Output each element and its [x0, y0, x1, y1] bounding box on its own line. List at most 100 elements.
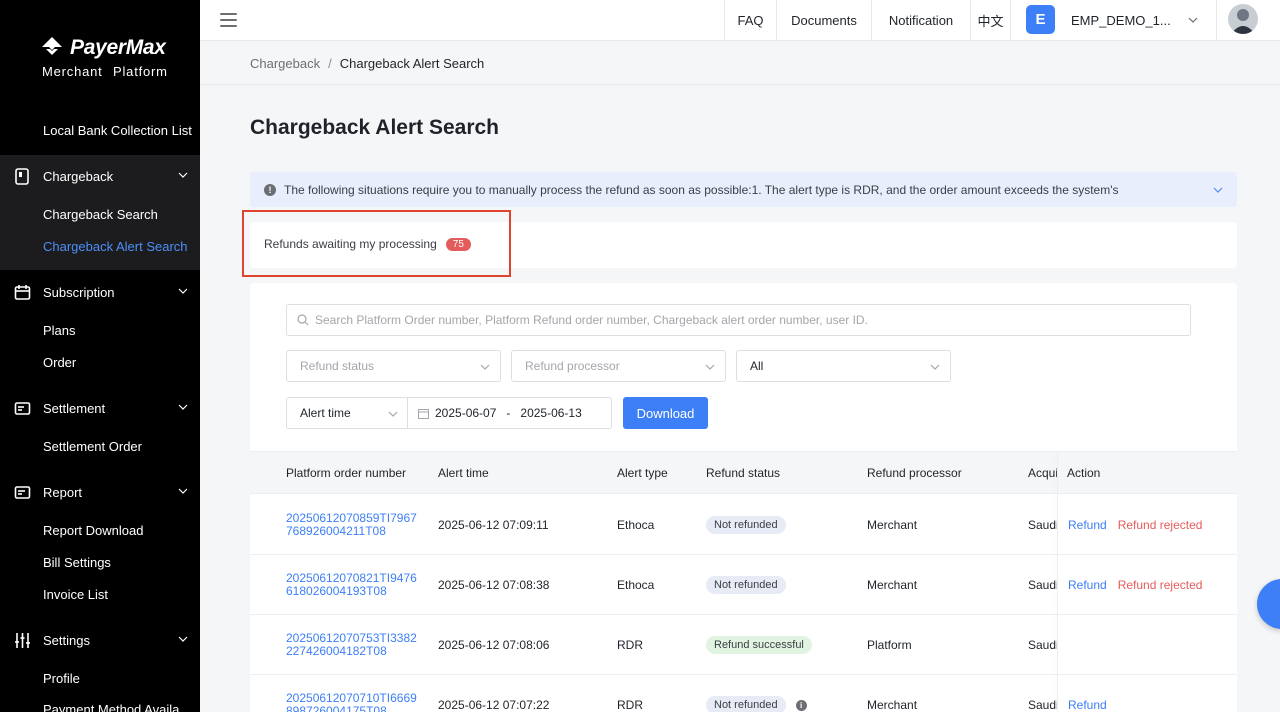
search-icon — [297, 314, 309, 326]
order-number-link[interactable]: 20250612070859TI796776892600421​1T08 — [286, 512, 420, 538]
refund-action-link[interactable]: Refund — [1068, 518, 1107, 532]
column-header-acquirer: Acqui — [1028, 466, 1059, 480]
page-title: Chargeback Alert Search — [250, 116, 499, 139]
alert-time-cell: 2025-06-12 07:08:06 — [438, 638, 550, 652]
refund-rejected-action-link[interactable]: Refund rejected — [1118, 518, 1203, 532]
alert-banner: ! The following situations require you t… — [250, 172, 1237, 207]
sidebar-group-settings[interactable]: Settings — [0, 620, 200, 660]
sidebar-item-invoice-list[interactable]: Invoice List — [0, 578, 200, 610]
refund-rejected-action-link[interactable]: Refund rejected — [1118, 578, 1203, 592]
chevron-down-icon — [178, 636, 188, 642]
brand-subtitle: Merchant Platform — [42, 64, 168, 79]
sidebar-item-chargeback-search[interactable]: Chargeback Search — [0, 198, 200, 230]
sidebar-group-settlement[interactable]: Settlement — [0, 388, 200, 428]
header-language-toggle[interactable]: 中文 — [970, 0, 1010, 41]
time-type-select[interactable]: Alert time — [286, 397, 408, 429]
user-profile-photo[interactable] — [1228, 4, 1258, 34]
sidebar-group-chargeback[interactable]: Chargeback — [0, 156, 200, 196]
sidebar-item-plans[interactable]: Plans — [0, 314, 200, 346]
chevron-down-icon — [388, 411, 398, 417]
header-link-documents[interactable]: Documents — [776, 0, 871, 41]
sidebar-item-settlement-order[interactable]: Settlement Order — [0, 430, 200, 462]
date-from: 2025-06-07 — [435, 406, 497, 420]
sliders-icon — [15, 633, 30, 648]
status-badge: Not refunded — [706, 516, 786, 534]
chevron-up-icon — [178, 172, 188, 178]
top-header: FAQ Documents Notification 中文 E EMP_DEMO… — [200, 0, 1280, 41]
hamburger-menu-icon[interactable] — [220, 13, 237, 27]
brand-name: PayerMax — [70, 36, 166, 59]
acquirer-cell: Saudi — [1028, 698, 1059, 712]
breadcrumb-chargeback[interactable]: Chargeback — [250, 56, 320, 71]
chevron-down-icon[interactable] — [1188, 15, 1198, 25]
alert-text: The following situations require you to … — [284, 182, 1119, 197]
chevron-down-icon — [178, 488, 188, 494]
sidebar-item-bill-settings[interactable]: Bill Settings — [0, 546, 200, 578]
time-type-value: Alert time — [300, 406, 351, 420]
status-badge: Not refunded — [706, 576, 786, 594]
order-number-link[interactable]: 20250612070710TI666989872600417​5T08 — [286, 692, 420, 712]
refund-status-select[interactable]: Refund status — [286, 350, 501, 382]
refund-action-link[interactable]: Refund — [1068, 578, 1107, 592]
download-button[interactable]: Download — [623, 397, 708, 429]
date-separator: - — [506, 406, 511, 420]
all-select-value: All — [750, 359, 764, 373]
phone-card-icon — [15, 168, 29, 185]
sidebar-item-order[interactable]: Order — [0, 346, 200, 378]
report-icon — [14, 486, 31, 499]
alert-type-cell: RDR — [617, 638, 643, 652]
alert-time-cell: 2025-06-12 07:09:11 — [438, 518, 549, 532]
search-placeholder: Search Platform Order number, Platform R… — [315, 313, 868, 327]
breadcrumb-separator: / — [328, 55, 332, 71]
account-avatar[interactable]: E — [1026, 5, 1055, 34]
status-badge: Not refunded — [706, 696, 786, 712]
sidebar-item-payment-method-availability[interactable]: Payment Method Availa — [0, 693, 200, 712]
date-range-picker[interactable]: 2025-06-07 - 2025-06-13 — [407, 397, 612, 429]
refund-processor-cell: Merchant — [867, 698, 918, 712]
floating-chat-button[interactable] — [1257, 579, 1280, 629]
status-badge: Refund successful — [706, 636, 812, 654]
action-column-divider — [1057, 451, 1058, 712]
sidebar-item-chargeback-alert-search[interactable]: Chargeback Alert Search — [0, 230, 200, 262]
payermax-logo-icon — [42, 37, 62, 55]
acquirer-cell: Saudi — [1028, 578, 1059, 592]
highlight-annotation-box — [242, 210, 511, 277]
sidebar-item-report-download[interactable]: Report Download — [0, 514, 200, 546]
wallet-icon — [14, 402, 31, 415]
account-name[interactable]: EMP_DEMO_1... — [1071, 0, 1171, 41]
column-header-refund-processor: Refund processor — [867, 466, 962, 480]
column-header-alert-time: Alert time — [438, 466, 489, 480]
order-number-link[interactable]: 20250612070753TI338222742600418​2T08 — [286, 632, 420, 658]
refund-processor-select[interactable]: Refund processor — [511, 350, 726, 382]
info-icon: ! — [264, 183, 276, 196]
refund-processor-cell: Merchant — [867, 518, 918, 532]
table-row: 20250612070821TI947661802600419​3T08 202… — [250, 555, 1237, 615]
header-link-notification[interactable]: Notification — [871, 0, 970, 41]
sidebar-group-subscription[interactable]: Subscription — [0, 272, 200, 312]
date-to: 2025-06-13 — [520, 406, 582, 420]
expand-chevron-icon[interactable] — [1213, 185, 1223, 195]
chevron-down-icon — [178, 404, 188, 410]
payermax-logo[interactable]: PayerMax Merchant Platform — [40, 36, 170, 86]
user-avatar-icon — [1231, 9, 1255, 34]
chevron-down-icon — [705, 364, 715, 370]
info-icon[interactable]: i — [795, 699, 807, 711]
breadcrumb: Chargeback / Chargeback Alert Search — [200, 42, 1280, 85]
sidebar-group-report[interactable]: Report — [0, 472, 200, 512]
header-link-faq[interactable]: FAQ — [724, 0, 776, 41]
chevron-down-icon — [480, 364, 490, 370]
refund-action-link[interactable]: Refund — [1068, 698, 1107, 712]
breadcrumb-current: Chargeback Alert Search — [339, 55, 485, 71]
all-select[interactable]: All — [736, 350, 951, 382]
search-input[interactable]: Search Platform Order number, Platform R… — [286, 304, 1191, 336]
sidebar-item-local-bank-collection-list[interactable]: Local Bank Collection List — [0, 114, 200, 146]
alert-type-cell: Ethoca — [617, 578, 655, 592]
column-header-action: Action — [1067, 466, 1101, 480]
table-row: 20250612070710TI666989872600417​5T08 202… — [250, 675, 1237, 712]
alert-type-cell: Ethoca — [617, 518, 655, 532]
refund-processor-placeholder: Refund processor — [525, 359, 620, 373]
alert-time-cell: 2025-06-12 07:07:22 — [438, 698, 550, 712]
order-number-link[interactable]: 20250612070821TI947661802600419​3T08 — [286, 572, 420, 598]
chevron-down-icon — [930, 364, 940, 370]
sidebar-item-profile[interactable]: Profile — [0, 662, 200, 694]
